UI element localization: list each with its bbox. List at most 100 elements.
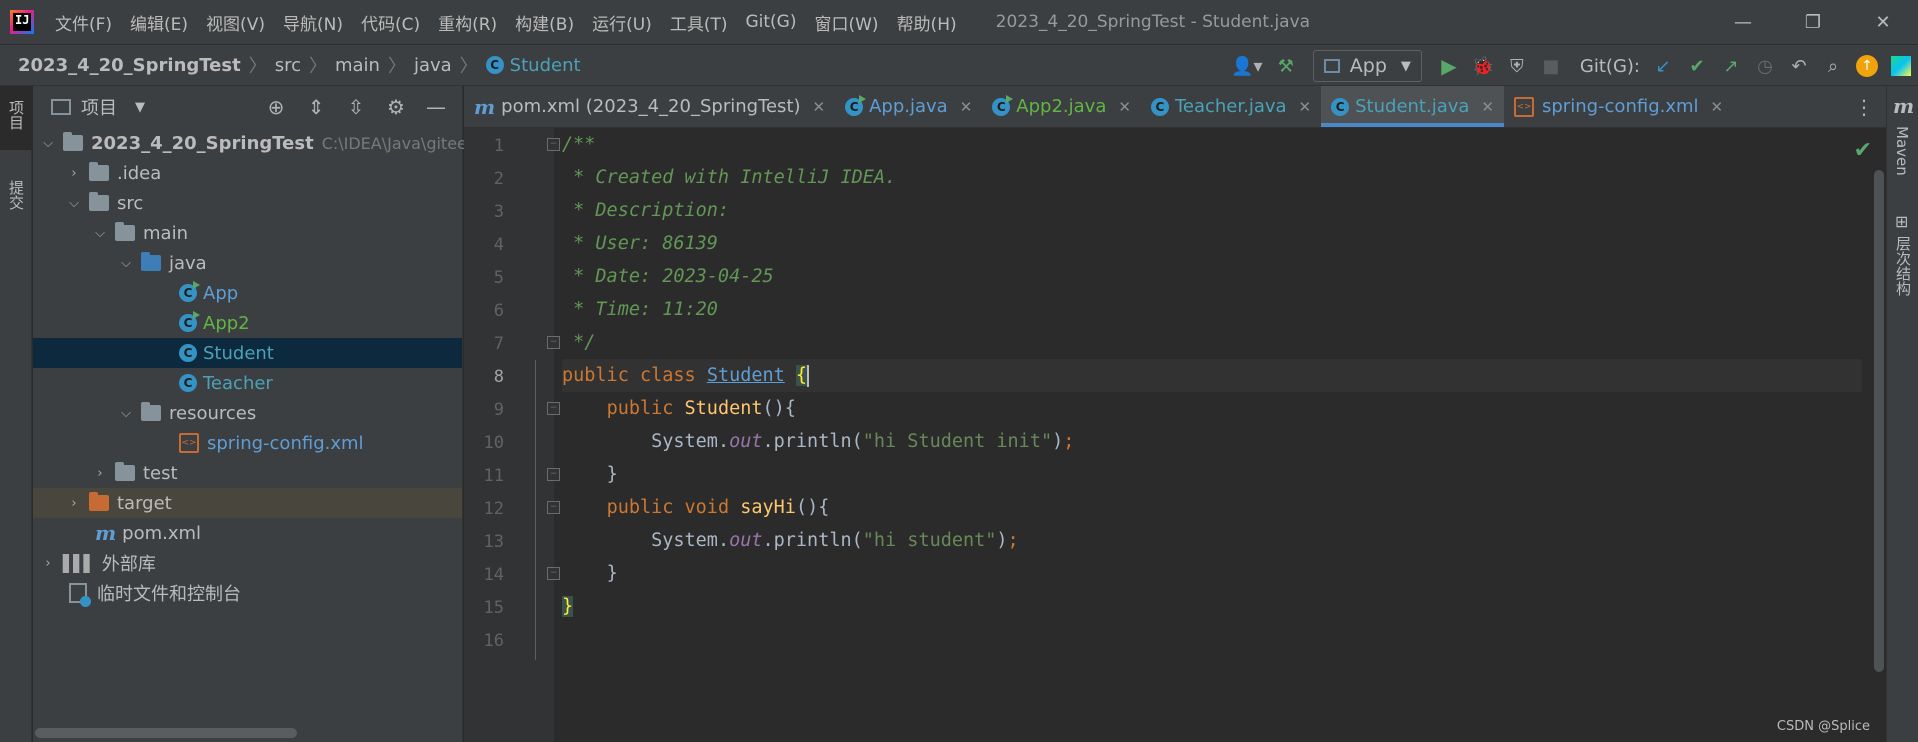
fold-icon[interactable]: − — [547, 567, 560, 580]
structure-tool-tab[interactable]: 层次结构 — [1893, 236, 1914, 296]
fold-icon[interactable]: − — [547, 501, 560, 514]
tree-item-java[interactable]: ⌵ java — [33, 248, 462, 278]
chevron-right-icon[interactable]: › — [65, 496, 83, 511]
minimize-button[interactable]: — — [1708, 0, 1778, 44]
collapse-all-icon[interactable]: ⇳ — [336, 95, 376, 119]
menu-help[interactable]: 帮助(H) — [888, 10, 966, 35]
menu-tools[interactable]: 工具(T) — [661, 10, 737, 35]
breadcrumb-student[interactable]: C Student — [485, 55, 581, 76]
coverage-shield-icon[interactable]: ⛨ — [1500, 49, 1534, 83]
tab-teacher-java[interactable]: C Teacher.java ✕ — [1141, 86, 1321, 127]
chevron-down-icon[interactable]: ⌵ — [39, 136, 57, 151]
tree-item-pom[interactable]: m pom.xml — [33, 518, 462, 548]
git-push-icon[interactable]: ↗ — [1714, 49, 1748, 83]
run-icon[interactable]: ▶ — [1432, 49, 1466, 83]
tab-app-java[interactable]: C App.java ✕ — [835, 86, 982, 127]
update-available-icon[interactable]: ↑ — [1850, 49, 1884, 83]
close-icon[interactable]: ✕ — [1118, 98, 1131, 116]
fold-icon[interactable]: − — [547, 402, 560, 415]
close-icon[interactable]: ✕ — [1481, 98, 1494, 116]
chevron-right-icon[interactable]: › — [65, 166, 83, 181]
rollback-icon[interactable]: ↶ — [1782, 49, 1816, 83]
search-icon[interactable]: ⌕ — [1816, 49, 1850, 83]
breadcrumb-src[interactable]: src — [275, 55, 301, 76]
menu-refactor[interactable]: 重构(R) — [429, 10, 506, 35]
tree-item-label: target — [117, 492, 172, 514]
maven-tool-tab[interactable]: Maven — [1893, 126, 1911, 176]
tab-student-java[interactable]: C Student.java ✕ — [1321, 86, 1504, 127]
commit-tool-tab[interactable]: 提交 — [6, 180, 27, 210]
locate-crosshair-icon[interactable]: ⊕ — [256, 95, 296, 119]
tree-item-teacher[interactable]: C Teacher — [33, 368, 462, 398]
menu-git[interactable]: Git(G) — [736, 12, 805, 32]
tree-item-resources[interactable]: ⌵ resources — [33, 398, 462, 428]
menu-build[interactable]: 构建(B) — [506, 10, 583, 35]
chevron-down-icon[interactable]: ▼ — [135, 100, 145, 115]
tree-item-target[interactable]: › target — [33, 488, 462, 518]
stop-icon[interactable]: ■ — [1534, 49, 1568, 83]
gear-icon[interactable]: ⚙ — [376, 95, 416, 119]
fold-icon[interactable]: − — [547, 138, 560, 151]
hide-panel-icon[interactable]: — — [416, 95, 456, 119]
tree-item-spring-config[interactable]: <> spring-config.xml — [33, 428, 462, 458]
close-icon[interactable]: ✕ — [1299, 98, 1312, 116]
intellij-logo-icon: IJ — [10, 10, 34, 34]
debug-bug-icon[interactable]: 🐞 — [1466, 49, 1500, 83]
more-tabs-icon[interactable]: ⋮ — [1854, 86, 1874, 128]
fold-icon[interactable]: − — [547, 336, 560, 349]
code-editor[interactable]: 1 2 3 4 5 6 7 8 9 10 11 12 13 14 15 16 −… — [464, 128, 1886, 742]
code-area[interactable]: /** * Created with IntelliJ IDEA. * Desc… — [562, 128, 1862, 742]
fold-icon[interactable]: − — [547, 468, 560, 481]
history-icon[interactable]: ◷ — [1748, 49, 1782, 83]
close-button[interactable]: ✕ — [1848, 0, 1918, 44]
user-icon[interactable]: 👤▾ — [1225, 49, 1269, 83]
tree-item-label: resources — [169, 402, 257, 424]
project-panel-title[interactable]: 项目 — [81, 94, 117, 120]
breadcrumb-main[interactable]: main — [335, 55, 380, 76]
breadcrumb-project[interactable]: 2023_4_20_SpringTest — [18, 55, 241, 76]
tree-root[interactable]: ⌵ 2023_4_20_SpringTest C:\IDEA\Java\gite… — [33, 128, 467, 158]
tree-item-src[interactable]: ⌵ src — [33, 188, 462, 218]
menu-run[interactable]: 运行(U) — [583, 10, 661, 35]
chevron-down-icon[interactable]: ⌵ — [91, 226, 109, 241]
close-icon[interactable]: ✕ — [813, 98, 826, 116]
chevron-down-icon[interactable]: ⌵ — [117, 256, 135, 271]
project-tool-tab[interactable]: 项目 — [6, 100, 27, 130]
hierarchy-icon: ⊞ — [1895, 212, 1909, 231]
jetbrains-logo-icon[interactable] — [1884, 49, 1918, 83]
menu-file[interactable]: 文件(F) — [46, 10, 121, 35]
chevron-right-icon[interactable]: › — [39, 556, 57, 571]
vertical-scrollbar[interactable] — [1874, 170, 1884, 672]
tree-item-student[interactable]: C Student — [33, 338, 462, 368]
no-problems-check-icon[interactable]: ✔ — [1854, 138, 1872, 163]
tree-item-app[interactable]: C App — [33, 278, 462, 308]
menu-view[interactable]: 视图(V) — [197, 10, 274, 35]
menu-edit[interactable]: 编辑(E) — [121, 10, 197, 35]
git-update-icon[interactable]: ↙ — [1646, 49, 1680, 83]
expand-all-icon[interactable]: ⇕ — [296, 95, 336, 119]
build-hammer-icon[interactable]: ⚒ — [1269, 49, 1303, 83]
tab-app2-java[interactable]: C App2.java ✕ — [982, 86, 1141, 127]
restore-button[interactable]: ❐ — [1778, 0, 1848, 44]
git-commit-icon[interactable]: ✔ — [1680, 49, 1714, 83]
tree-item-scratches[interactable]: 临时文件和控制台 — [33, 578, 462, 608]
tree-item-test[interactable]: › test — [33, 458, 462, 488]
chevron-down-icon[interactable]: ⌵ — [117, 406, 135, 421]
tab-spring-config-xml[interactable]: <> spring-config.xml ✕ — [1504, 86, 1733, 127]
close-icon[interactable]: ✕ — [960, 98, 973, 116]
menu-window[interactable]: 窗口(W) — [805, 10, 887, 35]
menu-code[interactable]: 代码(C) — [352, 10, 429, 35]
tree-item-main[interactable]: ⌵ main — [33, 218, 462, 248]
chevron-down-icon[interactable]: ⌵ — [65, 196, 83, 211]
tab-pom-xml[interactable]: m pom.xml (2023_4_20_SpringTest) ✕ — [464, 86, 835, 127]
editor-gutter[interactable]: 1 2 3 4 5 6 7 8 9 10 11 12 13 14 15 16 −… — [464, 128, 560, 742]
tree-item-app2[interactable]: C App2 — [33, 308, 462, 338]
close-icon[interactable]: ✕ — [1711, 98, 1724, 116]
tree-item-external-libs[interactable]: › ▌▌▌ 外部库 — [33, 548, 462, 578]
tree-item-idea[interactable]: › .idea — [33, 158, 462, 188]
breadcrumb-java[interactable]: java — [414, 55, 452, 76]
menu-navigate[interactable]: 导航(N) — [274, 10, 352, 35]
horizontal-scrollbar[interactable] — [35, 728, 297, 738]
run-config-select[interactable]: App ▼ — [1312, 50, 1422, 82]
chevron-right-icon[interactable]: › — [91, 466, 109, 481]
